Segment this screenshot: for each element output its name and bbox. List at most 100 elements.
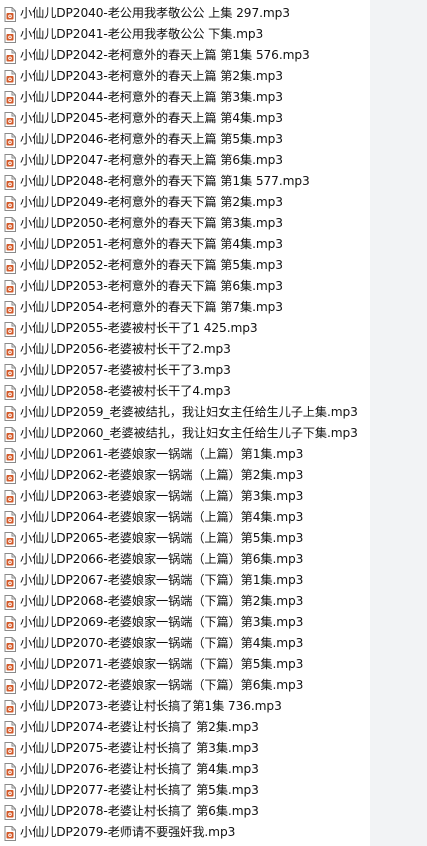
file-row[interactable]: 小仙儿DP2074-老婆让村长搞了 第2集.mp3 <box>0 717 370 738</box>
file-name: 小仙儿DP2071-老婆娘家一锅端（下篇）第5集.mp3 <box>20 657 304 671</box>
file-row[interactable]: 小仙儿DP2057-老婆被村长干了3.mp3 <box>0 360 370 381</box>
file-row[interactable]: 小仙儿DP2045-老柯意外的春天上篇 第4集.mp3 <box>0 108 370 129</box>
audio-file-icon <box>4 573 16 589</box>
audio-file-icon <box>4 48 16 64</box>
file-row[interactable]: 小仙儿DP2040-老公用我孝敬公公 上集 297.mp3 <box>0 3 370 24</box>
audio-file-icon <box>4 300 16 316</box>
audio-file-icon <box>4 111 16 127</box>
audio-file-icon <box>4 237 16 253</box>
audio-file-icon <box>4 510 16 526</box>
file-name: 小仙儿DP2072-老婆娘家一锅端（下篇）第6集.mp3 <box>20 678 304 692</box>
audio-file-icon <box>4 468 16 484</box>
file-row[interactable]: 小仙儿DP2049-老柯意外的春天下篇 第2集.mp3 <box>0 192 370 213</box>
file-name: 小仙儿DP2078-老婆让村长搞了 第6集.mp3 <box>20 804 259 818</box>
file-name: 小仙儿DP2053-老柯意外的春天下篇 第6集.mp3 <box>20 279 283 293</box>
audio-file-icon <box>4 720 16 736</box>
audio-file-icon <box>4 552 16 568</box>
file-name: 小仙儿DP2070-老婆娘家一锅端（下篇）第4集.mp3 <box>20 636 304 650</box>
file-row[interactable]: 小仙儿DP2048-老柯意外的春天下篇 第1集 577.mp3 <box>0 171 370 192</box>
file-row[interactable]: 小仙儿DP2047-老柯意外的春天上篇 第6集.mp3 <box>0 150 370 171</box>
audio-file-icon <box>4 426 16 442</box>
file-name: 小仙儿DP2073-老婆让村长搞了第1集 736.mp3 <box>20 699 282 713</box>
file-row[interactable]: 小仙儿DP2070-老婆娘家一锅端（下篇）第4集.mp3 <box>0 633 370 654</box>
file-row[interactable]: 小仙儿DP2041-老公用我孝敬公公 下集.mp3 <box>0 24 370 45</box>
file-row[interactable]: 小仙儿DP2068-老婆娘家一锅端（下篇）第2集.mp3 <box>0 591 370 612</box>
file-name: 小仙儿DP2058-老婆被村长干了4.mp3 <box>20 384 231 398</box>
file-name: 小仙儿DP2049-老柯意外的春天下篇 第2集.mp3 <box>20 195 283 209</box>
file-row[interactable]: 小仙儿DP2073-老婆让村长搞了第1集 736.mp3 <box>0 696 370 717</box>
file-name: 小仙儿DP2051-老柯意外的春天下篇 第4集.mp3 <box>20 237 283 251</box>
audio-file-icon <box>4 195 16 211</box>
audio-file-icon <box>4 615 16 631</box>
file-row[interactable]: 小仙儿DP2055-老婆被村长干了1 425.mp3 <box>0 318 370 339</box>
file-name: 小仙儿DP2077-老婆让村长搞了 第5集.mp3 <box>20 783 259 797</box>
audio-file-icon <box>4 636 16 652</box>
file-row[interactable]: 小仙儿DP2064-老婆娘家一锅端（上篇）第4集.mp3 <box>0 507 370 528</box>
file-row[interactable]: 小仙儿DP2072-老婆娘家一锅端（下篇）第6集.mp3 <box>0 675 370 696</box>
file-name: 小仙儿DP2045-老柯意外的春天上篇 第4集.mp3 <box>20 111 283 125</box>
file-name: 小仙儿DP2064-老婆娘家一锅端（上篇）第4集.mp3 <box>20 510 304 524</box>
file-row[interactable]: 小仙儿DP2046-老柯意外的春天上篇 第5集.mp3 <box>0 129 370 150</box>
file-row[interactable]: 小仙儿DP2042-老柯意外的春天上篇 第1集 576.mp3 <box>0 45 370 66</box>
file-row[interactable]: 小仙儿DP2051-老柯意外的春天下篇 第4集.mp3 <box>0 234 370 255</box>
file-row[interactable]: 小仙儿DP2054-老柯意外的春天下篇 第7集.mp3 <box>0 297 370 318</box>
file-row[interactable]: 小仙儿DP2058-老婆被村长干了4.mp3 <box>0 381 370 402</box>
file-name: 小仙儿DP2065-老婆娘家一锅端（上篇）第5集.mp3 <box>20 531 304 545</box>
file-row[interactable]: 小仙儿DP2062-老婆娘家一锅端（上篇）第2集.mp3 <box>0 465 370 486</box>
file-row[interactable]: 小仙儿DP2076-老婆让村长搞了 第4集.mp3 <box>0 759 370 780</box>
file-name: 小仙儿DP2044-老柯意外的春天上篇 第3集.mp3 <box>20 90 283 104</box>
file-row[interactable]: 小仙儿DP2077-老婆让村长搞了 第5集.mp3 <box>0 780 370 801</box>
file-name: 小仙儿DP2063-老婆娘家一锅端（上篇）第3集.mp3 <box>20 489 304 503</box>
audio-file-icon <box>4 174 16 190</box>
file-row[interactable]: 小仙儿DP2066-老婆娘家一锅端（上篇）第6集.mp3 <box>0 549 370 570</box>
file-name: 小仙儿DP2067-老婆娘家一锅端（下篇）第1集.mp3 <box>20 573 304 587</box>
audio-file-icon <box>4 69 16 85</box>
file-name: 小仙儿DP2040-老公用我孝敬公公 上集 297.mp3 <box>20 6 290 20</box>
file-row[interactable]: 小仙儿DP2050-老柯意外的春天下篇 第3集.mp3 <box>0 213 370 234</box>
file-row[interactable]: 小仙儿DP2063-老婆娘家一锅端（上篇）第3集.mp3 <box>0 486 370 507</box>
audio-file-icon <box>4 699 16 715</box>
file-name: 小仙儿DP2066-老婆娘家一锅端（上篇）第6集.mp3 <box>20 552 304 566</box>
file-name: 小仙儿DP2056-老婆被村长干了2.mp3 <box>20 342 231 356</box>
audio-file-icon <box>4 90 16 106</box>
audio-file-icon <box>4 216 16 232</box>
file-row[interactable]: 小仙儿DP2079-老师请不要强奸我.mp3 <box>0 822 370 843</box>
file-row[interactable]: 小仙儿DP2043-老柯意外的春天上篇 第2集.mp3 <box>0 66 370 87</box>
audio-file-icon <box>4 531 16 547</box>
audio-file-icon <box>4 363 16 379</box>
file-row[interactable]: 小仙儿DP2044-老柯意外的春天上篇 第3集.mp3 <box>0 87 370 108</box>
file-name: 小仙儿DP2043-老柯意外的春天上篇 第2集.mp3 <box>20 69 283 83</box>
right-gutter <box>370 0 427 846</box>
audio-file-icon <box>4 342 16 358</box>
file-name: 小仙儿DP2075-老婆让村长搞了 第3集.mp3 <box>20 741 259 755</box>
file-row[interactable]: 小仙儿DP2065-老婆娘家一锅端（上篇）第5集.mp3 <box>0 528 370 549</box>
file-name: 小仙儿DP2076-老婆让村长搞了 第4集.mp3 <box>20 762 259 776</box>
file-name: 小仙儿DP2061-老婆娘家一锅端（上篇）第1集.mp3 <box>20 447 304 461</box>
file-name: 小仙儿DP2079-老师请不要强奸我.mp3 <box>20 825 236 839</box>
audio-file-icon <box>4 6 16 22</box>
file-row[interactable]: 小仙儿DP2071-老婆娘家一锅端（下篇）第5集.mp3 <box>0 654 370 675</box>
file-row[interactable]: 小仙儿DP2056-老婆被村长干了2.mp3 <box>0 339 370 360</box>
file-name: 小仙儿DP2068-老婆娘家一锅端（下篇）第2集.mp3 <box>20 594 304 608</box>
file-row[interactable]: 小仙儿DP2052-老柯意外的春天下篇 第5集.mp3 <box>0 255 370 276</box>
audio-file-icon <box>4 321 16 337</box>
file-row[interactable]: 小仙儿DP2053-老柯意外的春天下篇 第6集.mp3 <box>0 276 370 297</box>
file-name: 小仙儿DP2055-老婆被村长干了1 425.mp3 <box>20 321 258 335</box>
audio-file-icon <box>4 279 16 295</box>
file-row[interactable]: 小仙儿DP2059_老婆被结扎，我让妇女主任给生儿子上集.mp3 <box>0 402 370 423</box>
audio-file-icon <box>4 132 16 148</box>
audio-file-icon <box>4 657 16 673</box>
file-list: 小仙儿DP2040-老公用我孝敬公公 上集 297.mp3 小仙儿DP2041-老… <box>0 0 370 846</box>
file-row[interactable]: 小仙儿DP2069-老婆娘家一锅端（下篇）第3集.mp3 <box>0 612 370 633</box>
file-name: 小仙儿DP2042-老柯意外的春天上篇 第1集 576.mp3 <box>20 48 310 62</box>
file-name: 小仙儿DP2054-老柯意外的春天下篇 第7集.mp3 <box>20 300 283 314</box>
file-name: 小仙儿DP2047-老柯意外的春天上篇 第6集.mp3 <box>20 153 283 167</box>
file-row[interactable]: 小仙儿DP2075-老婆让村长搞了 第3集.mp3 <box>0 738 370 759</box>
audio-file-icon <box>4 153 16 169</box>
file-name: 小仙儿DP2060_老婆被结扎，我让妇女主任给生儿子下集.mp3 <box>20 426 358 440</box>
file-row[interactable]: 小仙儿DP2078-老婆让村长搞了 第6集.mp3 <box>0 801 370 822</box>
file-row[interactable]: 小仙儿DP2060_老婆被结扎，我让妇女主任给生儿子下集.mp3 <box>0 423 370 444</box>
file-row[interactable]: 小仙儿DP2061-老婆娘家一锅端（上篇）第1集.mp3 <box>0 444 370 465</box>
file-row[interactable]: 小仙儿DP2067-老婆娘家一锅端（下篇）第1集.mp3 <box>0 570 370 591</box>
file-name: 小仙儿DP2050-老柯意外的春天下篇 第3集.mp3 <box>20 216 283 230</box>
